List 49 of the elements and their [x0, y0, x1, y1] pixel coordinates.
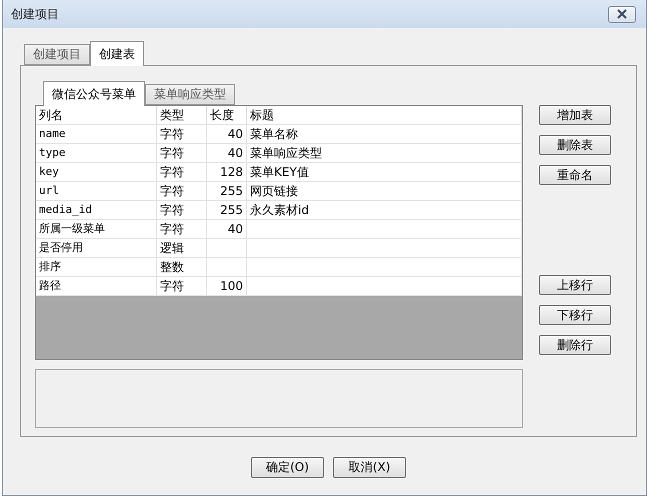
tab[interactable]: 微信公众号菜单: [43, 81, 145, 106]
column-header: 长度: [207, 106, 247, 124]
table-cell: 100: [207, 277, 247, 295]
row-button[interactable]: 下移行: [539, 305, 611, 325]
table-cell: 菜单响应类型: [247, 144, 522, 162]
table-cell: 40: [207, 125, 247, 143]
tab[interactable]: 菜单响应类型: [145, 84, 235, 105]
table-cell: 路径: [36, 277, 157, 295]
table-cell: 字符: [157, 277, 207, 295]
table-cell: 逻辑: [157, 239, 207, 257]
table-cell: 255: [207, 182, 247, 200]
table-cell: type: [36, 144, 157, 162]
close-icon: [616, 9, 628, 19]
tab[interactable]: 创建表: [90, 41, 144, 66]
close-button[interactable]: [608, 6, 636, 22]
table-cell: 字符: [157, 201, 207, 219]
table-cell: key: [36, 163, 157, 181]
table-cell: 是否停用: [36, 239, 157, 257]
row-button[interactable]: 删除行: [539, 335, 611, 355]
table-cell: 字符: [157, 163, 207, 181]
dialog-button[interactable]: 确定(O): [251, 457, 324, 478]
table-cell: 255: [207, 201, 247, 219]
table-cell: 字符: [157, 220, 207, 238]
table-cell: 128: [207, 163, 247, 181]
column-header: 标题: [247, 106, 522, 124]
table-cell: 所属一级菜单: [36, 220, 157, 238]
table-cell: 整数: [157, 258, 207, 276]
table-cell: 字符: [157, 144, 207, 162]
dialog-button[interactable]: 取消(X): [333, 457, 406, 478]
table-cell: 菜单名称: [247, 125, 522, 143]
column-header: 列名: [36, 106, 157, 124]
table-cell: media_id: [36, 201, 157, 219]
table-cell: 排序: [36, 258, 157, 276]
table-cell: 字符: [157, 182, 207, 200]
table-cell: 菜单KEY值: [247, 163, 522, 181]
table-cell: 字符: [157, 125, 207, 143]
table-cell: 40: [207, 144, 247, 162]
table-cell: 网页链接: [247, 182, 522, 200]
window-title: 创建项目: [11, 6, 59, 22]
table-cell: 永久素材id: [247, 201, 522, 219]
table-button[interactable]: 删除表: [539, 135, 611, 155]
table-cell: 40: [207, 220, 247, 238]
tab[interactable]: 创建项目: [24, 44, 90, 65]
table-button[interactable]: 增加表: [539, 105, 611, 125]
column-header: 类型: [157, 106, 207, 124]
table-button[interactable]: 重命名: [539, 165, 611, 185]
table-cell: url: [36, 182, 157, 200]
row-button[interactable]: 上移行: [539, 275, 611, 295]
table-cell: name: [36, 125, 157, 143]
